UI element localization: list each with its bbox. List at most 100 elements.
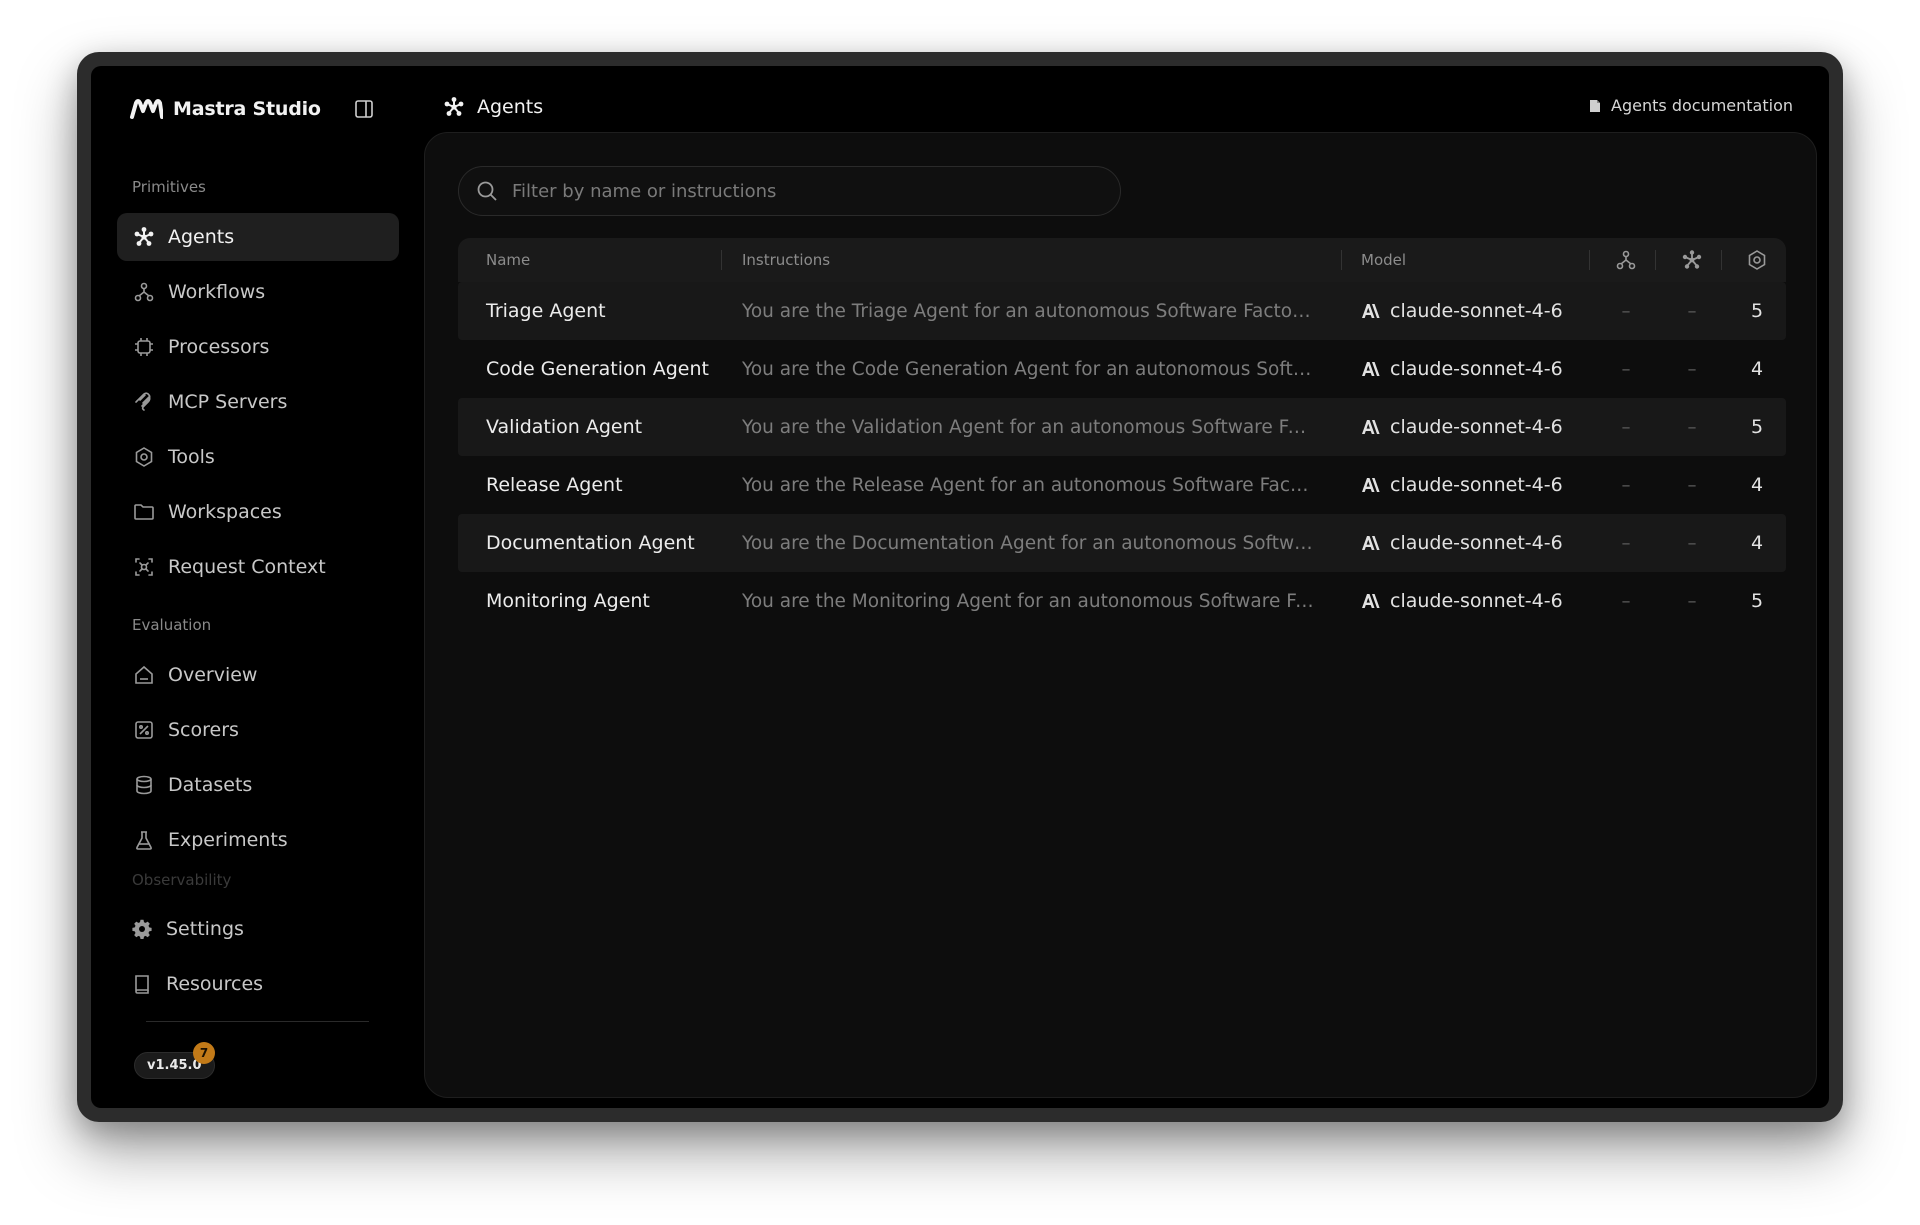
flask-icon bbox=[136, 831, 152, 850]
agent-instructions: You are the Documentation Agent for an a… bbox=[742, 532, 1314, 554]
column-header-instructions[interactable]: Instructions bbox=[742, 251, 830, 269]
sidebar-item-mcp-servers[interactable]: MCP Servers bbox=[117, 378, 399, 426]
folder-icon bbox=[134, 504, 154, 520]
table-row[interactable]: Code Generation Agent You are the Code G… bbox=[458, 340, 1786, 398]
sidebar-item-resources[interactable]: Resources bbox=[117, 960, 399, 1008]
processors-icon bbox=[135, 338, 153, 356]
column-separator bbox=[1655, 250, 1656, 270]
brand-name: Mastra Studio bbox=[173, 98, 321, 120]
sidebar-item-label: Workflows bbox=[168, 281, 266, 303]
tools-count: 5 bbox=[1750, 416, 1764, 438]
document-icon bbox=[1590, 99, 1601, 112]
request-context-icon bbox=[135, 558, 153, 576]
workflows-count: – bbox=[1621, 474, 1631, 496]
sidebar-item-label: Experiments bbox=[168, 829, 288, 851]
sidebar-item-settings[interactable]: Settings bbox=[117, 905, 399, 953]
tools-count: 4 bbox=[1750, 532, 1764, 554]
anthropic-icon bbox=[1362, 594, 1380, 608]
workflows-count: – bbox=[1621, 590, 1631, 612]
sidebar-item-scorers[interactable]: Scorers bbox=[117, 706, 399, 754]
docs-link-label: Agents documentation bbox=[1611, 96, 1793, 115]
scorers-icon bbox=[135, 721, 153, 739]
agent-instructions: You are the Code Generation Agent for an… bbox=[742, 358, 1314, 380]
table-row[interactable]: Validation Agent You are the Validation … bbox=[458, 398, 1786, 456]
column-header-tools[interactable] bbox=[1742, 249, 1772, 271]
tools-count: 4 bbox=[1750, 358, 1764, 380]
table-row[interactable]: Documentation Agent You are the Document… bbox=[458, 514, 1786, 572]
search-input[interactable] bbox=[512, 180, 1092, 202]
sidebar-item-experiments[interactable]: Experiments bbox=[117, 816, 399, 864]
table-row[interactable]: Release Agent You are the Release Agent … bbox=[458, 456, 1786, 514]
sidebar-item-label: Overview bbox=[168, 664, 258, 686]
sidebar-item-tools[interactable]: Tools bbox=[117, 433, 399, 481]
anthropic-icon bbox=[1362, 362, 1380, 376]
sidebar-item-label: Datasets bbox=[168, 774, 253, 796]
collapse-sidebar-button[interactable] bbox=[353, 98, 375, 120]
main-panel: Name Instructions Model bbox=[424, 132, 1817, 1098]
agents-icon bbox=[444, 97, 464, 116]
workflows-icon bbox=[134, 282, 154, 302]
tools-count: 4 bbox=[1750, 474, 1764, 496]
sidebar-item-processors[interactable]: Processors bbox=[117, 323, 399, 371]
sidebar-item-label: MCP Servers bbox=[168, 391, 288, 413]
mcp-icon bbox=[135, 392, 151, 411]
column-header-name[interactable]: Name bbox=[486, 251, 530, 269]
sidebar-item-label: Resources bbox=[166, 973, 264, 995]
column-header-workflows[interactable] bbox=[1611, 249, 1641, 271]
page-header: Agents bbox=[443, 89, 543, 125]
gear-icon bbox=[132, 919, 152, 939]
workflows-count: – bbox=[1621, 358, 1631, 380]
brand[interactable]: Mastra Studio bbox=[129, 94, 321, 124]
table-row[interactable]: Triage Agent You are the Triage Agent fo… bbox=[458, 282, 1786, 340]
agent-model: claude-sonnet-4-6 bbox=[1361, 416, 1563, 438]
workflows-count: – bbox=[1621, 532, 1631, 554]
tools-icon bbox=[135, 447, 153, 467]
app-window: Mastra Studio Primitives Agents Workflow… bbox=[91, 66, 1829, 1108]
column-header-model[interactable]: Model bbox=[1361, 251, 1406, 269]
sidebar-item-request-context[interactable]: Request Context bbox=[117, 543, 399, 591]
agents-icon bbox=[134, 227, 154, 246]
book-icon bbox=[135, 975, 149, 994]
search-icon bbox=[477, 181, 497, 201]
sidebar-item-datasets[interactable]: Datasets bbox=[117, 761, 399, 809]
section-label-primitives: Primitives bbox=[132, 178, 206, 196]
table-row[interactable]: Monitoring Agent You are the Monitoring … bbox=[458, 572, 1786, 630]
agent-instructions: You are the Validation Agent for an auto… bbox=[742, 416, 1314, 438]
sidebar-item-label: Request Context bbox=[168, 556, 326, 578]
sidebar-item-workflows[interactable]: Workflows bbox=[117, 268, 399, 316]
anthropic-icon bbox=[1362, 420, 1380, 434]
anthropic-icon bbox=[1362, 536, 1380, 550]
agent-instructions: You are the Release Agent for an autonom… bbox=[742, 474, 1314, 496]
tools-count: 5 bbox=[1750, 590, 1764, 612]
agent-instructions: You are the Triage Agent for an autonomo… bbox=[742, 300, 1314, 322]
column-separator bbox=[1721, 250, 1722, 270]
sidebar-item-label: Tools bbox=[168, 446, 215, 468]
agents-count: – bbox=[1687, 532, 1697, 554]
model-name: claude-sonnet-4-6 bbox=[1390, 474, 1563, 496]
mastra-logo-icon bbox=[130, 99, 163, 119]
table-header: Name Instructions Model bbox=[458, 238, 1786, 282]
section-label-evaluation: Evaluation bbox=[132, 616, 212, 634]
agent-name: Validation Agent bbox=[486, 416, 643, 438]
anthropic-icon bbox=[1362, 478, 1380, 492]
device-frame: Mastra Studio Primitives Agents Workflow… bbox=[77, 52, 1843, 1122]
sidebar-item-agents[interactable]: Agents bbox=[117, 213, 399, 261]
sidebar-item-label: Workspaces bbox=[168, 501, 282, 523]
sidebar: Mastra Studio Primitives Agents Workflow… bbox=[91, 66, 421, 1108]
home-icon bbox=[135, 665, 153, 684]
search-box[interactable] bbox=[458, 166, 1121, 216]
model-name: claude-sonnet-4-6 bbox=[1390, 358, 1563, 380]
sidebar-item-overview[interactable]: Overview bbox=[117, 651, 399, 699]
agent-instructions: You are the Monitoring Agent for an auto… bbox=[742, 590, 1314, 612]
column-header-agents[interactable] bbox=[1677, 249, 1707, 271]
agents-documentation-link[interactable]: Agents documentation bbox=[1589, 96, 1793, 115]
tools-icon bbox=[1748, 250, 1766, 270]
sidebar-item-workspaces[interactable]: Workspaces bbox=[117, 488, 399, 536]
agent-name: Documentation Agent bbox=[486, 532, 695, 554]
section-label-observability: Observability bbox=[132, 871, 232, 889]
column-separator bbox=[1341, 250, 1342, 270]
model-name: claude-sonnet-4-6 bbox=[1390, 300, 1563, 322]
agent-name: Triage Agent bbox=[486, 300, 606, 322]
sidebar-item-label: Scorers bbox=[168, 719, 239, 741]
agent-model: claude-sonnet-4-6 bbox=[1361, 300, 1563, 322]
